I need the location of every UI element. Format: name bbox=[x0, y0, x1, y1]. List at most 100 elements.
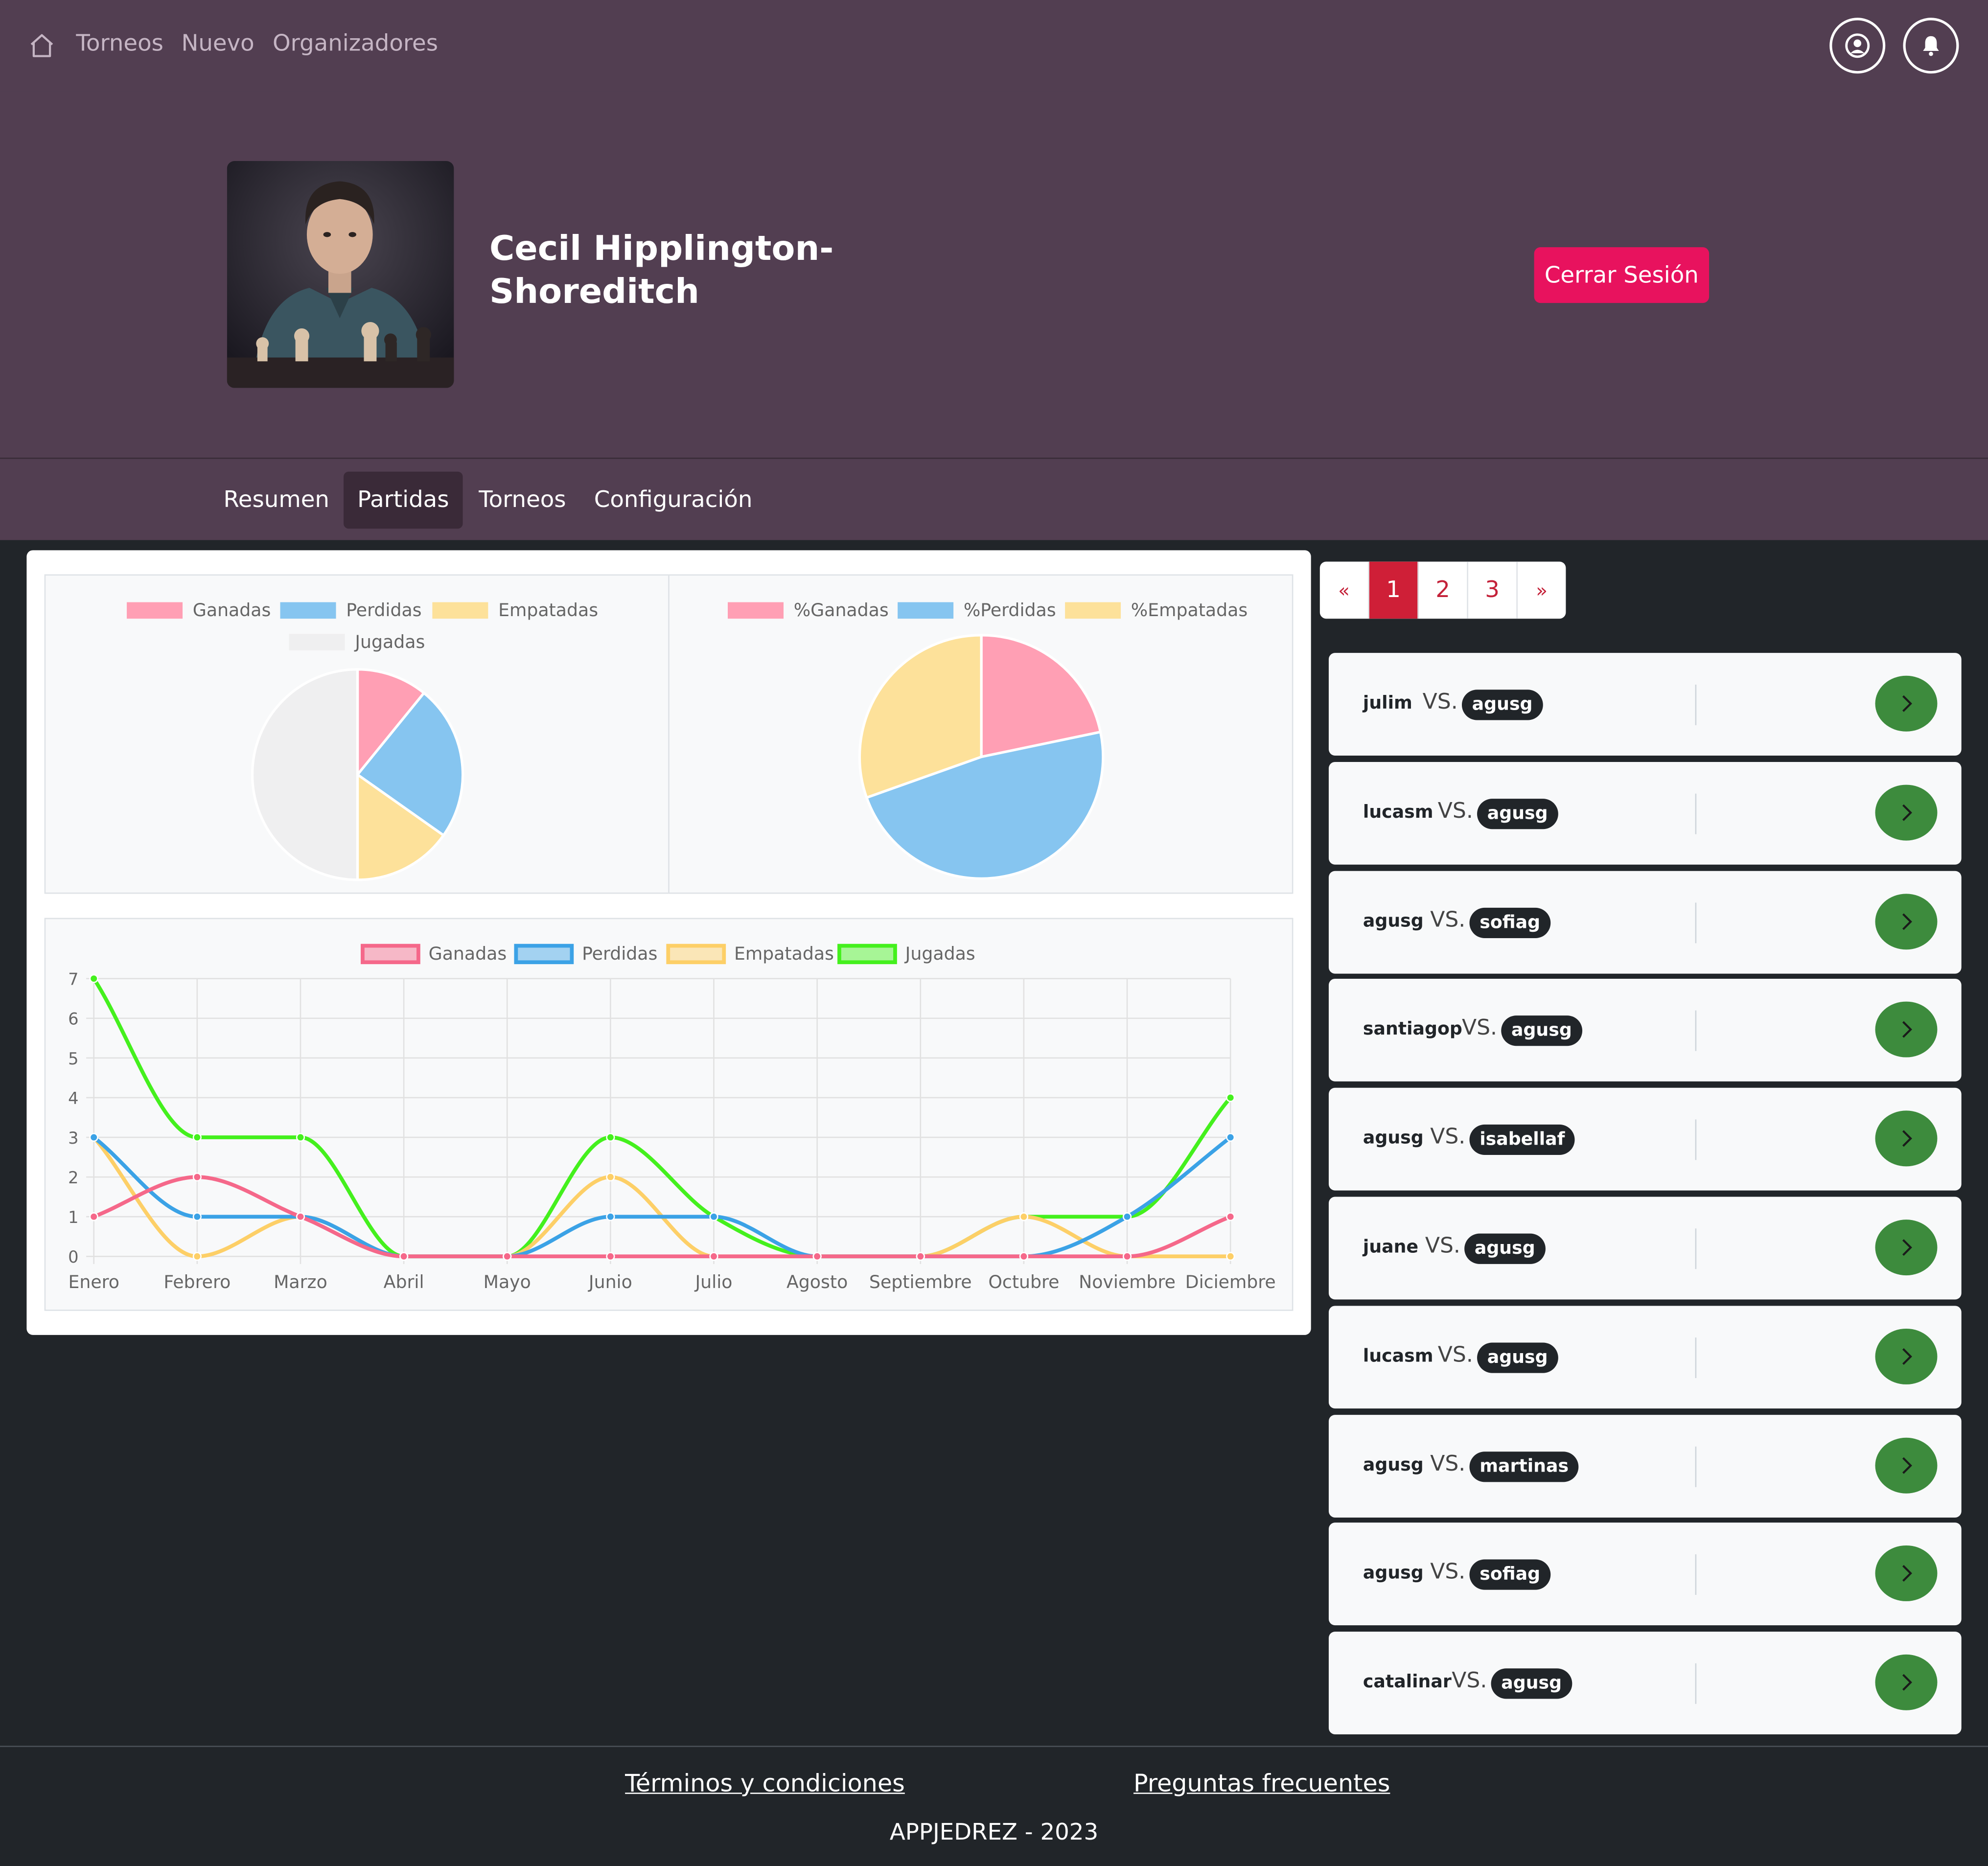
match-player-right-badge: sofiag bbox=[1469, 1560, 1550, 1590]
legend-item[interactable]: Ganadas bbox=[361, 943, 507, 965]
match-view-button[interactable] bbox=[1875, 675, 1938, 732]
legend-item[interactable]: Ganadas bbox=[127, 599, 271, 621]
terms-link[interactable]: Términos y condiciones bbox=[625, 1770, 905, 1797]
match-view-button[interactable] bbox=[1875, 1002, 1938, 1058]
match-card: juane VS. agusg bbox=[1328, 1197, 1962, 1300]
match-player-right-badge: martinas bbox=[1469, 1451, 1579, 1482]
pie-slice-jugadas[interactable] bbox=[251, 668, 359, 881]
legend-item[interactable]: %Perdidas bbox=[898, 599, 1056, 621]
tab-partidas[interactable]: Partidas bbox=[344, 471, 463, 529]
pagination-page-3[interactable]: 3 bbox=[1468, 561, 1518, 619]
data-point-perdidas[interactable] bbox=[192, 1212, 202, 1221]
data-point-ganadas[interactable] bbox=[709, 1252, 718, 1261]
tab-configuracion[interactable]: Configuración bbox=[591, 472, 756, 529]
data-point-empatadas[interactable] bbox=[1226, 1252, 1235, 1261]
x-tick-label: Noviembre bbox=[1079, 1271, 1176, 1292]
profile-name: Cecil Hipplington-Shoreditch bbox=[489, 229, 834, 312]
legend-label: %Empatadas bbox=[1131, 599, 1248, 621]
data-point-perdidas[interactable] bbox=[89, 1132, 98, 1142]
match-player-left: lucasm bbox=[1363, 1346, 1433, 1367]
data-point-ganadas[interactable] bbox=[1019, 1252, 1028, 1261]
y-tick-label: 5 bbox=[68, 1049, 78, 1068]
match-player-left: agusg bbox=[1363, 1454, 1424, 1475]
match-view-button[interactable] bbox=[1875, 784, 1938, 841]
match-view-button[interactable] bbox=[1875, 1655, 1938, 1711]
match-view-button[interactable] bbox=[1875, 1437, 1938, 1493]
avatar bbox=[227, 161, 454, 388]
data-point-perdidas[interactable] bbox=[709, 1212, 718, 1221]
data-point-ganadas[interactable] bbox=[503, 1252, 512, 1261]
x-tick-label: Octubre bbox=[988, 1271, 1059, 1292]
data-point-perdidas[interactable] bbox=[1122, 1212, 1132, 1221]
pagination: « 1 2 3 » bbox=[1319, 561, 1566, 619]
user-profile-button[interactable] bbox=[1829, 18, 1886, 74]
data-point-perdidas[interactable] bbox=[606, 1212, 615, 1221]
legend-label: Empatadas bbox=[734, 943, 834, 964]
data-point-empatadas[interactable] bbox=[192, 1252, 202, 1261]
tab-resumen[interactable]: Resumen bbox=[221, 472, 332, 529]
legend-swatch bbox=[1065, 602, 1121, 619]
legend-swatch bbox=[728, 602, 784, 619]
match-card: agusg VS. sofiag bbox=[1328, 870, 1962, 973]
legend-item[interactable]: Perdidas bbox=[280, 599, 422, 621]
tab-torneos[interactable]: Torneos bbox=[472, 472, 573, 529]
match-view-button[interactable] bbox=[1875, 1220, 1938, 1276]
data-point-empatadas[interactable] bbox=[1019, 1212, 1028, 1221]
data-point-jugadas[interactable] bbox=[1226, 1093, 1235, 1103]
data-point-ganadas[interactable] bbox=[1122, 1252, 1132, 1261]
match-player-left: agusg bbox=[1363, 911, 1424, 932]
pagination-page-1[interactable]: 1 bbox=[1369, 561, 1419, 619]
data-point-jugadas[interactable] bbox=[296, 1132, 305, 1142]
legend-swatch bbox=[280, 602, 336, 619]
nav-link-organizadores[interactable]: Organizadores bbox=[273, 30, 438, 57]
data-point-ganadas[interactable] bbox=[812, 1252, 822, 1261]
legend-item[interactable]: %Empatadas bbox=[1065, 599, 1248, 621]
pagination-page-2[interactable]: 2 bbox=[1419, 561, 1468, 619]
x-tick-label: Mayo bbox=[484, 1271, 531, 1292]
match-player-right-badge: agusg bbox=[1491, 1668, 1572, 1699]
chevron-right-icon bbox=[1901, 1348, 1912, 1365]
data-point-jugadas[interactable] bbox=[89, 974, 98, 983]
data-point-ganadas[interactable] bbox=[399, 1252, 409, 1261]
data-point-empatadas[interactable] bbox=[606, 1173, 615, 1182]
match-player-right-badge: agusg bbox=[1464, 1233, 1546, 1264]
match-view-button[interactable] bbox=[1875, 1328, 1938, 1384]
match-player-left: catalinar bbox=[1363, 1672, 1452, 1693]
logout-button[interactable]: Cerrar Sesión bbox=[1534, 247, 1710, 303]
pagination-prev[interactable]: « bbox=[1320, 561, 1369, 619]
legend-item[interactable]: Empatadas bbox=[432, 599, 598, 621]
data-point-ganadas[interactable] bbox=[1226, 1212, 1235, 1221]
chevron-right-icon bbox=[1901, 695, 1912, 712]
data-point-ganadas[interactable] bbox=[296, 1212, 305, 1221]
legend-item[interactable]: %Ganadas bbox=[728, 599, 889, 621]
match-view-button[interactable] bbox=[1875, 893, 1938, 949]
match-vs-label: VS. bbox=[1425, 1233, 1460, 1259]
faq-link[interactable]: Preguntas frecuentes bbox=[1133, 1770, 1390, 1797]
match-divider bbox=[1695, 1337, 1697, 1378]
legend-item[interactable]: Jugadas bbox=[837, 943, 975, 965]
data-point-perdidas[interactable] bbox=[1226, 1132, 1235, 1142]
top-navbar: Torneos Nuevo Organizadores bbox=[0, 0, 1988, 92]
data-point-ganadas[interactable] bbox=[606, 1252, 615, 1261]
y-tick-label: 7 bbox=[68, 970, 78, 989]
nav-link-torneos[interactable]: Torneos bbox=[76, 30, 163, 57]
x-tick-label: Diciembre bbox=[1185, 1271, 1276, 1292]
legend-swatch bbox=[432, 602, 488, 619]
data-point-ganadas[interactable] bbox=[89, 1212, 98, 1221]
pagination-next[interactable]: » bbox=[1518, 562, 1566, 619]
legend-label: Ganadas bbox=[429, 943, 507, 964]
match-vs-label: VS. bbox=[1461, 1016, 1498, 1041]
data-point-ganadas[interactable] bbox=[916, 1252, 925, 1261]
nav-link-nuevo[interactable]: Nuevo bbox=[181, 30, 254, 57]
legend-item[interactable]: Perdidas bbox=[514, 943, 657, 965]
legend-item[interactable]: Empatadas bbox=[666, 943, 834, 965]
match-view-button[interactable] bbox=[1875, 1545, 1938, 1602]
legend-item[interactable]: Jugadas bbox=[289, 631, 425, 652]
data-point-jugadas[interactable] bbox=[606, 1132, 615, 1142]
match-view-button[interactable] bbox=[1875, 1110, 1938, 1167]
notifications-button[interactable] bbox=[1903, 18, 1959, 74]
home-icon[interactable] bbox=[28, 32, 56, 60]
data-point-ganadas[interactable] bbox=[192, 1173, 202, 1182]
match-card: catalinar VS. agusg bbox=[1328, 1632, 1962, 1735]
data-point-jugadas[interactable] bbox=[192, 1132, 202, 1142]
